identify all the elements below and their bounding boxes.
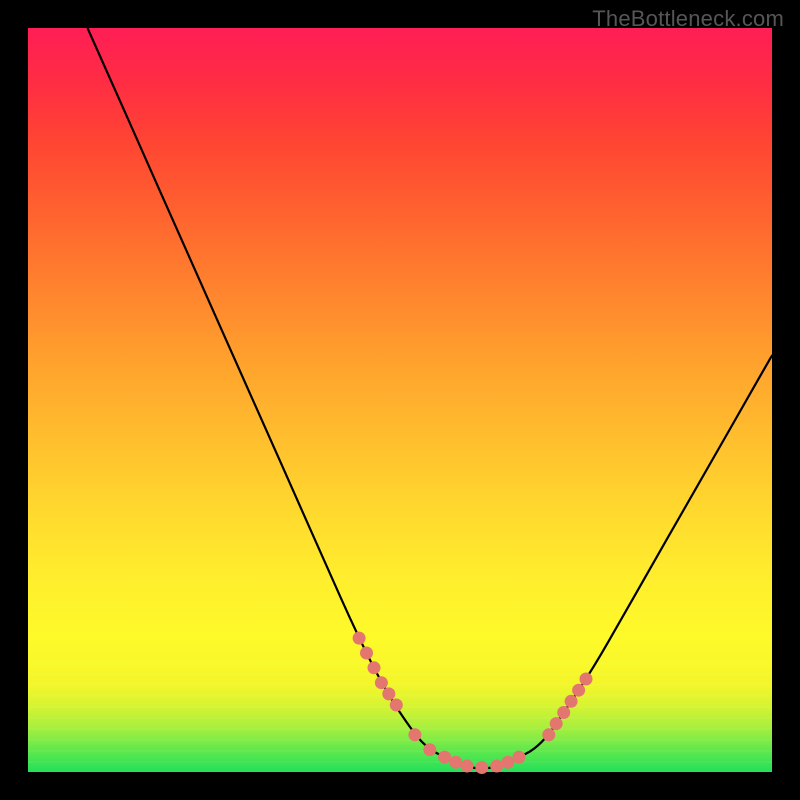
curve-marker — [361, 647, 373, 659]
curve-marker — [424, 744, 436, 756]
curve-marker — [390, 699, 402, 711]
curve-markers — [353, 632, 592, 773]
curve-svg — [28, 28, 772, 772]
curve-marker — [450, 756, 462, 768]
curve-marker — [439, 751, 451, 763]
curve-marker — [550, 718, 562, 730]
curve-marker — [573, 684, 585, 696]
curve-marker — [502, 756, 514, 768]
curve-marker — [353, 632, 365, 644]
watermark-text: TheBottleneck.com — [592, 6, 784, 32]
curve-marker — [375, 677, 387, 689]
plot-area — [28, 28, 772, 772]
curve-marker — [461, 760, 473, 772]
curve-marker — [491, 760, 503, 772]
curve-marker — [476, 762, 488, 774]
chart-container: TheBottleneck.com — [0, 0, 800, 800]
curve-marker — [558, 707, 570, 719]
curve-marker — [409, 729, 421, 741]
curve-marker — [513, 751, 525, 763]
curve-marker — [543, 729, 555, 741]
curve-marker — [368, 662, 380, 674]
curve-marker — [383, 688, 395, 700]
curve-marker — [580, 673, 592, 685]
curve-marker — [565, 695, 577, 707]
bottleneck-curve — [88, 28, 773, 768]
